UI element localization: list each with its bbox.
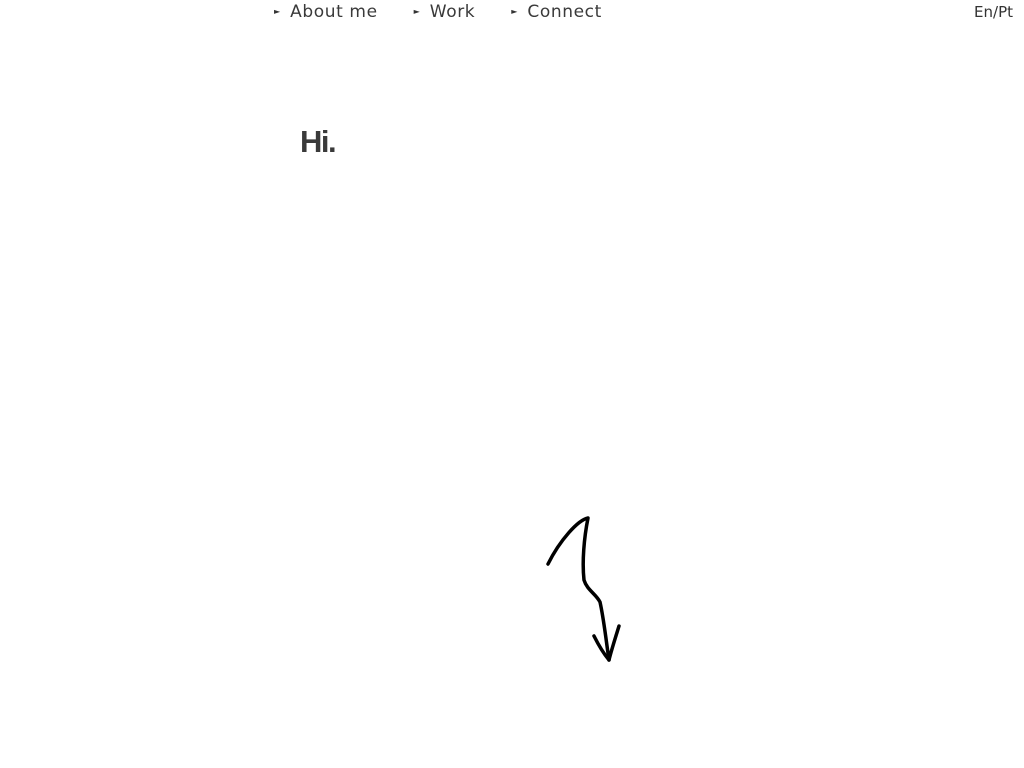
nav-item-work[interactable]: ► Work (410, 0, 476, 24)
nav-item-label: About me (290, 2, 378, 22)
nav-item-label: Connect (527, 2, 602, 22)
triangle-right-icon: ► (274, 7, 281, 16)
page: ► About me ► Work ► Connect En/Pt Hi. (0, 0, 1024, 768)
nav-item-connect[interactable]: ► Connect (507, 0, 602, 24)
nav-item-about-me[interactable]: ► About me (270, 0, 378, 24)
triangle-right-icon: ► (511, 7, 518, 16)
squiggle-arrow-down-icon[interactable] (540, 510, 630, 670)
language-toggle[interactable]: En/Pt (974, 2, 1013, 22)
nav-item-label: Work (429, 2, 476, 22)
triangle-right-icon: ► (413, 7, 420, 16)
hero-greeting: Hi. (300, 124, 337, 159)
main-nav: ► About me ► Work ► Connect (270, 0, 634, 24)
